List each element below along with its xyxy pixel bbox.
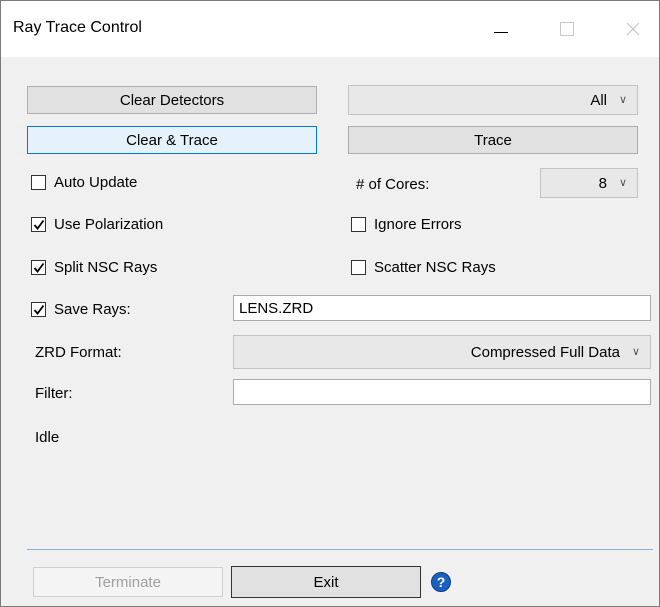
chevron-down-icon: ∨	[631, 346, 640, 358]
scatter-nsc-rays-label: Scatter NSC Rays	[374, 259, 496, 276]
close-icon	[626, 22, 640, 36]
zrd-format-label: ZRD Format:	[35, 344, 122, 361]
checkbox-box	[31, 302, 46, 317]
minimize-button[interactable]	[479, 13, 523, 45]
filter-label: Filter:	[35, 385, 73, 402]
cores-select-value: 8	[598, 174, 607, 192]
checkbox-box	[31, 175, 46, 190]
filter-input[interactable]	[233, 379, 651, 405]
checkbox-box	[31, 217, 46, 232]
terminate-button[interactable]: Terminate	[33, 567, 223, 597]
exit-button[interactable]: Exit	[231, 566, 421, 598]
checkbox-box	[351, 217, 366, 232]
zrd-format-select[interactable]: Compressed Full Data ∨	[233, 335, 651, 369]
save-rays-filename-input[interactable]: LENS.ZRD	[233, 295, 651, 321]
split-nsc-rays-checkbox[interactable]: Split NSC Rays	[31, 259, 157, 276]
chevron-down-icon: ∨	[618, 94, 627, 106]
checkmark-icon	[33, 262, 45, 273]
auto-update-checkbox[interactable]: Auto Update	[31, 174, 137, 191]
chevron-down-icon: ∨	[618, 177, 627, 189]
checkmark-icon	[33, 219, 45, 230]
clear-and-trace-button[interactable]: Clear & Trace	[27, 126, 317, 154]
detector-select-value: All	[590, 91, 607, 109]
maximize-icon	[560, 22, 574, 36]
ray-trace-control-window: Ray Trace Control Clear Detectors All ∨ …	[0, 0, 660, 607]
scatter-nsc-rays-checkbox[interactable]: Scatter NSC Rays	[351, 259, 496, 276]
auto-update-label: Auto Update	[54, 174, 138, 191]
window-title: Ray Trace Control	[13, 19, 142, 36]
zrd-format-value: Compressed Full Data	[470, 343, 620, 361]
detector-select[interactable]: All ∨	[348, 85, 638, 115]
clear-detectors-button[interactable]: Clear Detectors	[27, 86, 317, 114]
checkbox-box	[31, 260, 46, 275]
save-rays-label: Save Rays:	[54, 301, 131, 318]
use-polarization-checkbox[interactable]: Use Polarization	[31, 216, 163, 233]
use-polarization-label: Use Polarization	[54, 216, 164, 233]
ignore-errors-checkbox[interactable]: Ignore Errors	[351, 216, 462, 233]
checkbox-box	[351, 260, 366, 275]
cores-select[interactable]: 8 ∨	[540, 168, 638, 198]
status-text: Idle	[35, 429, 60, 446]
checkmark-icon	[33, 304, 45, 315]
title-bar: Ray Trace Control	[1, 1, 659, 57]
save-rays-checkbox[interactable]: Save Rays:	[31, 301, 131, 318]
ignore-errors-label: Ignore Errors	[374, 216, 462, 233]
cores-label: # of Cores:	[356, 176, 430, 193]
trace-button[interactable]: Trace	[348, 126, 638, 154]
help-icon[interactable]: ?	[431, 572, 451, 592]
minimize-icon	[494, 31, 508, 33]
split-nsc-rays-label: Split NSC Rays	[54, 259, 158, 276]
divider	[27, 549, 653, 550]
close-button[interactable]	[611, 13, 655, 45]
maximize-button[interactable]	[545, 13, 589, 45]
